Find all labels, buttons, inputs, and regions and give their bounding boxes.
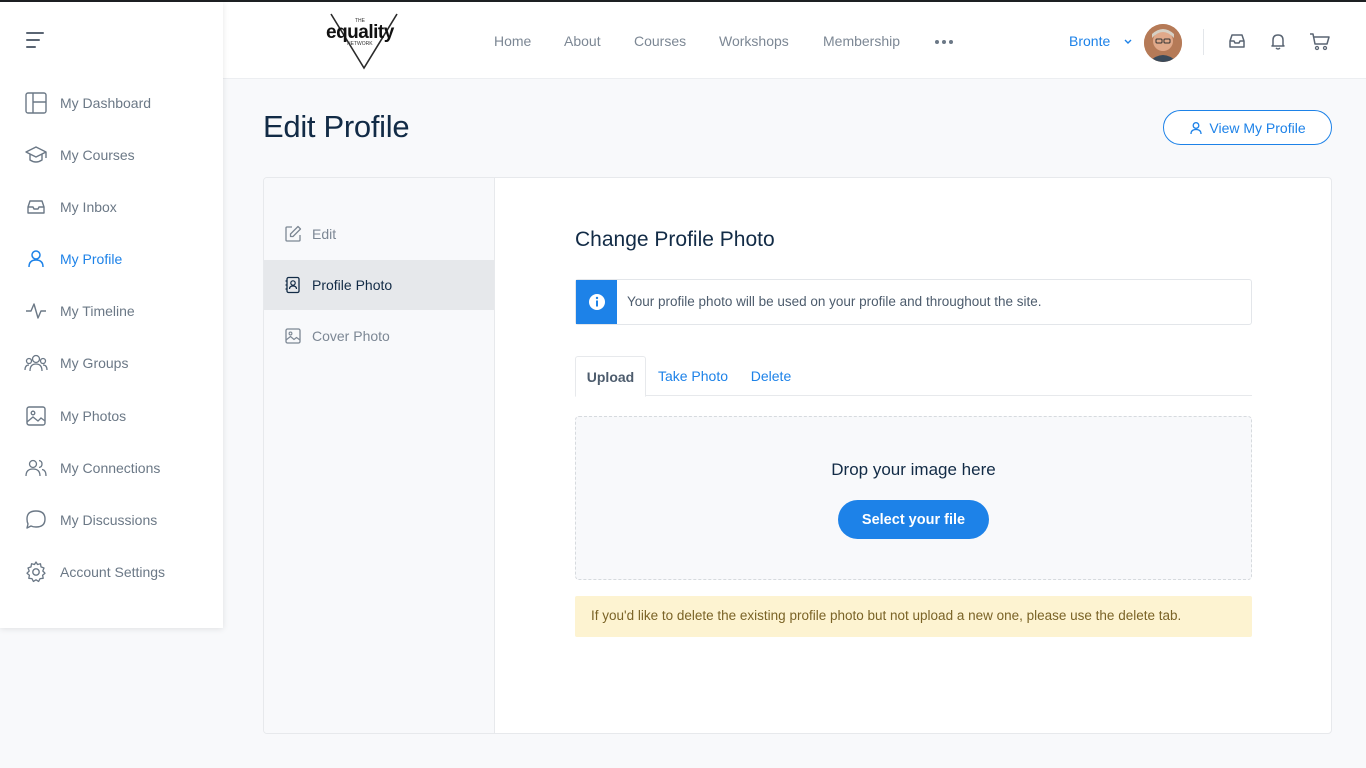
inbox-icon — [27, 200, 45, 214]
info-icon — [588, 294, 605, 310]
info-notice: Your profile photo will be used on your … — [575, 279, 1252, 325]
user-icon — [28, 250, 44, 268]
sidebar-item-connections[interactable]: My Connections — [0, 448, 223, 488]
sidebar-item-label: My Connections — [60, 460, 161, 476]
subnav-item-edit[interactable]: Edit — [264, 209, 494, 259]
groups-icon — [24, 354, 48, 372]
cover-photo-icon — [285, 328, 301, 344]
edit-icon — [285, 225, 302, 242]
subnav-item-label: Edit — [312, 226, 337, 242]
sidebar-item-label: My Groups — [60, 355, 129, 371]
nav-membership[interactable]: Membership — [823, 33, 900, 49]
profile-subnav: Edit Profile Photo Cover Photo — [264, 178, 495, 733]
sidebar-item-inbox[interactable]: My Inbox — [0, 187, 223, 227]
tab-upload[interactable]: Upload — [575, 356, 646, 397]
chevron-down-icon[interactable] — [1123, 38, 1133, 46]
delete-hint-notice: If you'd like to delete the existing pro… — [575, 596, 1252, 637]
sidebar-item-profile[interactable]: My Profile — [0, 239, 223, 279]
tab-take-photo[interactable]: Take Photo — [653, 356, 733, 396]
sidebar-item-account-settings[interactable]: Account Settings — [0, 552, 223, 592]
subnav-item-label: Cover Photo — [312, 328, 390, 344]
bell-icon[interactable] — [1267, 30, 1289, 52]
sidebar-item-discussions[interactable]: My Discussions — [0, 500, 223, 540]
activity-icon — [26, 303, 46, 319]
logo-bottom-word: NETWORK — [347, 41, 373, 47]
page-title: Edit Profile — [263, 109, 410, 144]
select-file-button[interactable]: Select your file — [838, 500, 989, 539]
header-divider — [1203, 29, 1204, 55]
gear-icon — [26, 561, 46, 583]
user-avatar[interactable] — [1144, 24, 1182, 62]
subnav-item-profile-photo[interactable]: Profile Photo — [264, 260, 494, 310]
sidebar-item-label: My Timeline — [60, 303, 135, 319]
sidebar-item-dashboard[interactable]: My Dashboard — [0, 83, 223, 123]
view-my-profile-button[interactable]: View My Profile — [1163, 110, 1332, 145]
user-menu-name[interactable]: Bronte — [1069, 33, 1110, 49]
nav-courses[interactable]: Courses — [634, 33, 686, 49]
drop-text: Drop your image here — [831, 460, 996, 479]
edit-profile-card: Edit Profile Photo Cover Photo Change Pr… — [263, 177, 1332, 734]
sidebar-item-label: My Inbox — [60, 199, 117, 215]
tab-delete[interactable]: Delete — [743, 356, 799, 396]
cart-icon[interactable] — [1308, 30, 1332, 52]
inbox-icon[interactable] — [1226, 30, 1248, 52]
avatar-image — [1144, 24, 1182, 62]
info-icon-block — [576, 280, 617, 324]
sidebar-item-label: My Profile — [60, 251, 123, 267]
image-icon — [26, 406, 46, 426]
ellipsis-icon[interactable] — [935, 40, 953, 44]
nav-home[interactable]: Home — [494, 33, 531, 49]
connections-icon — [25, 459, 47, 477]
image-dropzone[interactable]: Drop your image here Select your file — [575, 416, 1252, 580]
chat-icon — [26, 510, 46, 529]
dashboard-icon — [25, 92, 47, 114]
user-icon — [1190, 121, 1203, 134]
sidebar-item-label: My Photos — [60, 408, 127, 424]
warning-text: If you'd like to delete the existing pro… — [591, 608, 1182, 623]
info-text: Your profile photo will be used on your … — [627, 294, 1042, 309]
subnav-item-cover-photo[interactable]: Cover Photo — [264, 311, 494, 361]
sidebar-item-label: My Courses — [60, 147, 135, 163]
nav-workshops[interactable]: Workshops — [719, 33, 789, 49]
section-title: Change Profile Photo — [575, 228, 775, 251]
sidebar-item-courses[interactable]: My Courses — [0, 135, 223, 175]
subnav-item-label: Profile Photo — [312, 277, 393, 293]
graduation-cap-icon — [25, 146, 47, 163]
sidebar-item-photos[interactable]: My Photos — [0, 396, 223, 436]
sidebar-item-groups[interactable]: My Groups — [0, 343, 223, 383]
profile-photo-icon — [285, 276, 300, 294]
nav-about[interactable]: About — [564, 33, 601, 49]
view-my-profile-label: View My Profile — [1209, 119, 1306, 136]
photo-tabs: Upload Take Photo Delete — [575, 356, 1252, 397]
hamburger-icon[interactable] — [26, 32, 48, 50]
sidebar-item-timeline[interactable]: My Timeline — [0, 291, 223, 331]
sidebar-item-label: My Discussions — [60, 512, 158, 528]
sidebar-item-label: Account Settings — [60, 564, 166, 580]
left-sidebar: My Dashboard My Courses My Inbox My Prof… — [0, 2, 223, 628]
sidebar-item-label: My Dashboard — [60, 95, 152, 111]
